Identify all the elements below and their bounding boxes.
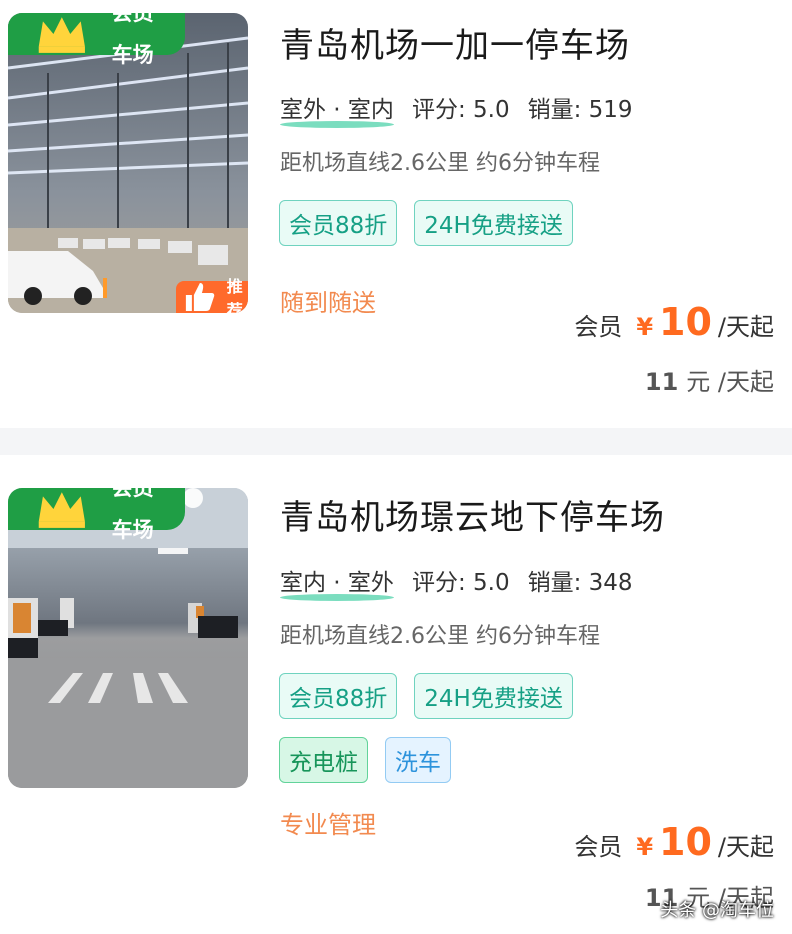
- service-tags: 会员88折 24H免费接送: [279, 200, 573, 246]
- member-lot-label: 会员车场: [111, 13, 154, 67]
- facility-tags: 充电桩 洗车: [279, 737, 451, 783]
- crown-icon: [38, 492, 85, 528]
- parking-lot-meta: 室内 · 室外 评分: 5.0 销量: 348: [280, 563, 633, 601]
- price-amount: 10: [659, 820, 712, 864]
- parking-lot-title[interactable]: 青岛机场璟云地下停车场: [280, 490, 665, 539]
- price-unit: /天起: [717, 833, 774, 861]
- lot-type: 室外 · 室内: [280, 90, 394, 128]
- member-lot-badge: 会员车场: [8, 13, 185, 67]
- lot-type: 室内 · 室外: [280, 563, 394, 601]
- rating-value: 5.0: [473, 570, 510, 596]
- thumbs-up-icon: [185, 283, 215, 311]
- watermark: 头条 @淘车位: [660, 900, 774, 921]
- member-price: 会员 ¥ 10 /天起: [574, 300, 774, 344]
- regular-price-amount: 11: [644, 368, 679, 396]
- crown-icon: [38, 17, 85, 53]
- parking-lot-title[interactable]: 青岛机场一加一停车场: [280, 18, 630, 67]
- sales-label: 销量:: [527, 570, 582, 596]
- rating-label: 评分:: [411, 570, 466, 596]
- rating: 评分: 5.0: [412, 90, 510, 124]
- lot-type-underline: [280, 121, 394, 128]
- airport-distance: 距机场直线2.6公里 约6分钟车程: [280, 151, 600, 176]
- member-discount-tag[interactable]: 会员88折: [279, 673, 398, 719]
- free-shuttle-tag[interactable]: 24H免费接送: [414, 673, 573, 719]
- parking-lot-card[interactable]: 会员车场 推荐 青岛机场一加一停车场 室外 · 室内 评分: 5.0 销量: 5…: [0, 0, 792, 428]
- rating: 评分: 5.0: [412, 563, 510, 597]
- recommend-label: 推荐: [226, 277, 243, 313]
- sales: 销量: 519: [528, 90, 633, 124]
- currency-symbol: ¥: [636, 833, 654, 861]
- rating-label: 评分:: [411, 97, 466, 123]
- recommend-badge: 推荐: [176, 277, 248, 313]
- member-price: 会员 ¥ 10 /天起: [574, 820, 774, 864]
- lot-type-underline: [280, 594, 394, 601]
- regular-price-unit: 元 /天起: [686, 368, 774, 396]
- rating-value: 5.0: [473, 97, 510, 123]
- lot-type-label: 室内 · 室外: [280, 570, 394, 596]
- feature-text: 随到随送: [280, 289, 376, 317]
- lot-type-label: 室外 · 室内: [280, 97, 394, 123]
- service-tags: 会员88折 24H免费接送: [279, 673, 573, 719]
- free-shuttle-tag[interactable]: 24H免费接送: [414, 200, 573, 246]
- member-discount-tag[interactable]: 会员88折: [279, 200, 398, 246]
- sales-value: 519: [588, 97, 633, 123]
- price-label: 会员: [574, 313, 623, 341]
- member-lot-label: 会员车场: [111, 488, 154, 542]
- charging-station-tag[interactable]: 充电桩: [279, 737, 368, 783]
- price-amount: 10: [659, 300, 712, 344]
- currency-symbol: ¥: [636, 313, 654, 341]
- feature-text: 专业管理: [280, 811, 376, 839]
- member-lot-badge: 会员车场: [8, 488, 185, 542]
- parking-lot-card[interactable]: 会员车场 青岛机场璟云地下停车场 室内 · 室外 评分: 5.0 销量: 348…: [0, 455, 792, 934]
- regular-price: 11 元 /天起: [645, 362, 774, 397]
- sales-value: 348: [588, 570, 633, 596]
- parking-lot-meta: 室外 · 室内 评分: 5.0 销量: 519: [280, 90, 633, 128]
- parking-lot-photo[interactable]: 会员车场: [8, 488, 248, 788]
- parking-lot-photo[interactable]: 会员车场 推荐: [8, 13, 248, 313]
- price-unit: /天起: [717, 313, 774, 341]
- car-wash-tag[interactable]: 洗车: [385, 737, 451, 783]
- sales-label: 销量:: [527, 97, 582, 123]
- sales: 销量: 348: [528, 563, 633, 597]
- airport-distance: 距机场直线2.6公里 约6分钟车程: [280, 624, 600, 649]
- price-label: 会员: [574, 833, 623, 861]
